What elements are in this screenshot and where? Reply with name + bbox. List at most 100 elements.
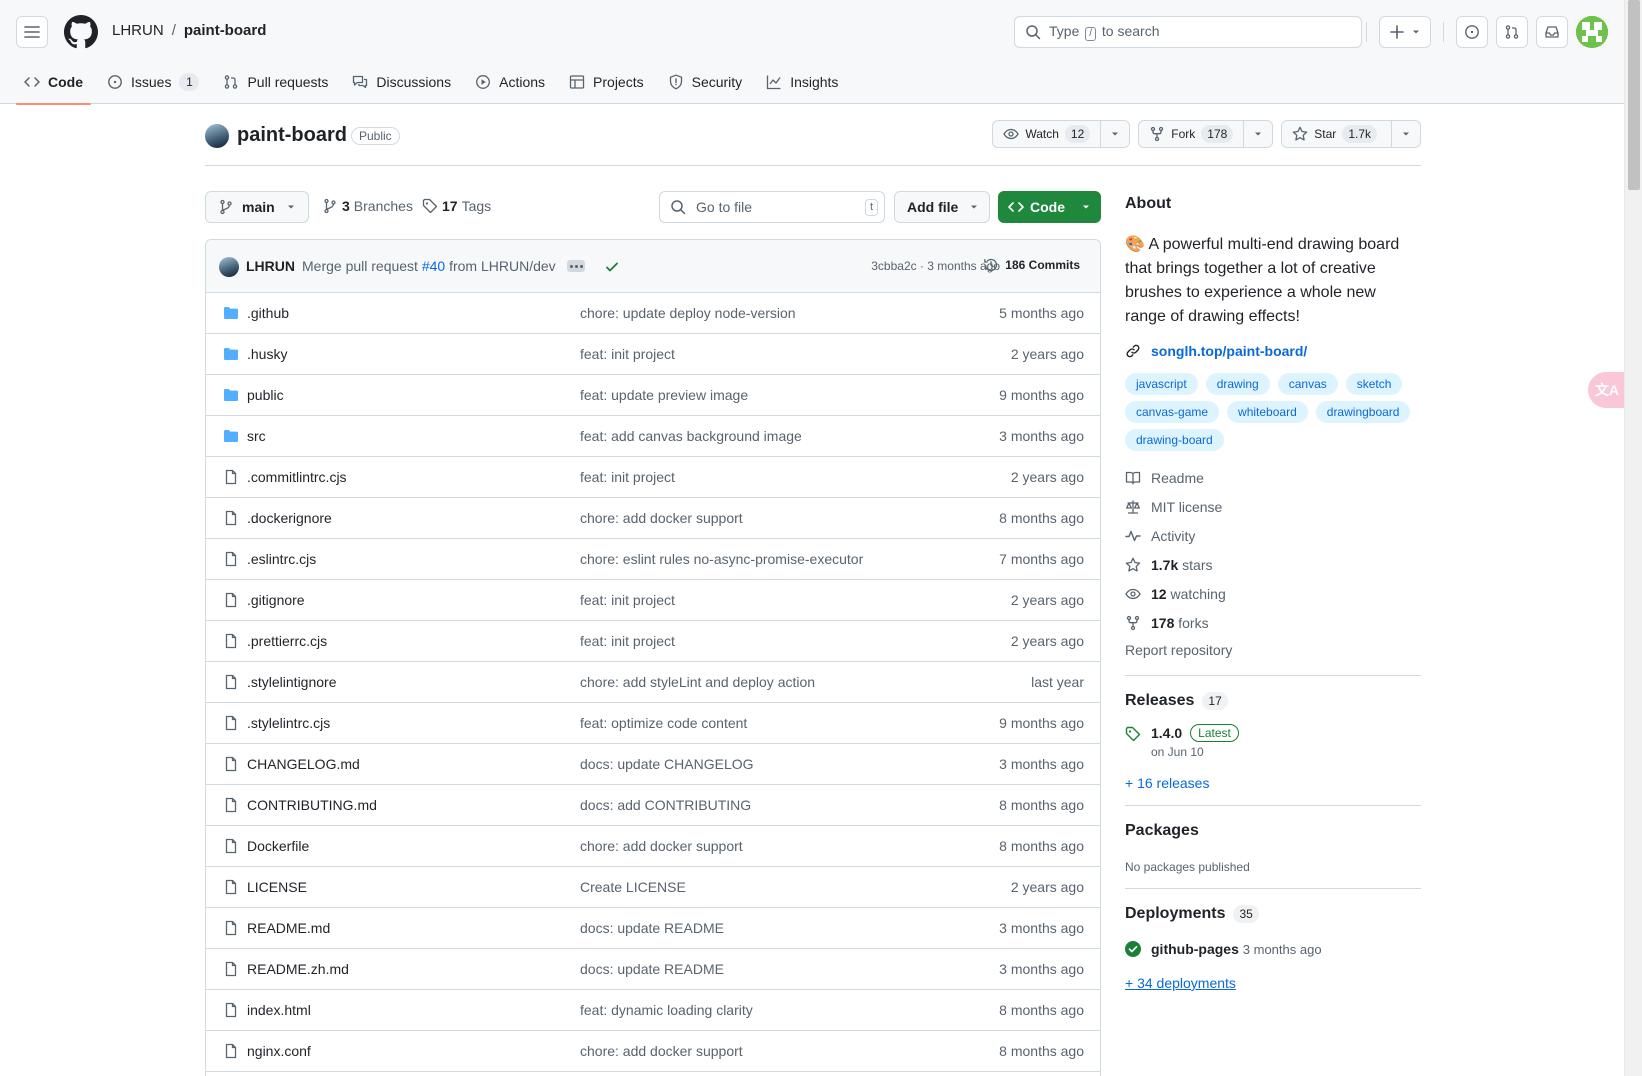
- fork-button[interactable]: Fork 178: [1139, 121, 1245, 147]
- fork-dropdown[interactable]: [1244, 121, 1272, 147]
- file-name-link[interactable]: README.md: [247, 920, 330, 936]
- report-repository-link[interactable]: Report repository: [1125, 639, 1421, 661]
- check-icon[interactable]: [604, 259, 620, 275]
- branches-link[interactable]: 3 Branches: [322, 198, 413, 214]
- file-commit-message[interactable]: feat: init project: [580, 592, 675, 608]
- tab-projects[interactable]: Projects: [561, 60, 652, 104]
- watch-button[interactable]: Watch 12: [993, 121, 1102, 147]
- repo-name[interactable]: paint-board: [237, 124, 347, 147]
- repo-owner-avatar[interactable]: [205, 124, 229, 148]
- tab-actions[interactable]: Actions: [467, 60, 553, 104]
- latest-release[interactable]: 1.4.0 Latest on Jun 10: [1125, 724, 1421, 759]
- releases-heading[interactable]: Releases 17: [1125, 692, 1421, 710]
- topic-tag[interactable]: javascript: [1125, 373, 1198, 395]
- more-deployments-link[interactable]: + 34 deployments: [1125, 975, 1421, 991]
- user-avatar[interactable]: [1576, 16, 1608, 48]
- breadcrumb-repo[interactable]: paint-board: [184, 22, 267, 39]
- menu-button[interactable]: [16, 16, 48, 48]
- file-name-link[interactable]: .dockerignore: [247, 510, 332, 526]
- inbox-button[interactable]: [1536, 16, 1568, 48]
- tab-code[interactable]: Code: [16, 60, 91, 105]
- commits-history-link[interactable]: 186 Commits: [983, 257, 1080, 273]
- file-commit-message[interactable]: feat: init project: [580, 633, 675, 649]
- readme-link[interactable]: Readme: [1125, 463, 1421, 492]
- file-name-link[interactable]: .stylelintignore: [247, 674, 337, 690]
- file-commit-message[interactable]: docs: add CONTRIBUTING: [580, 797, 751, 813]
- homepage-link[interactable]: songlh.top/paint-board/: [1125, 343, 1421, 359]
- file-name-link[interactable]: .commitlintrc.cjs: [247, 469, 347, 485]
- activity-link[interactable]: Activity: [1125, 521, 1421, 550]
- search-input[interactable]: Type / to search: [1014, 16, 1362, 48]
- commit-message[interactable]: Merge pull request #40 from LHRUN/dev: [302, 258, 556, 274]
- scrollbar-thumb[interactable]: [1628, 0, 1640, 190]
- star-dropdown[interactable]: [1392, 121, 1420, 147]
- tab-insights[interactable]: Insights: [758, 60, 846, 104]
- github-logo-icon[interactable]: [64, 15, 98, 49]
- add-file-button[interactable]: Add file: [894, 191, 990, 223]
- more-releases-link[interactable]: + 16 releases: [1125, 775, 1421, 791]
- page-scrollbar[interactable]: [1624, 0, 1642, 1076]
- deployments-heading[interactable]: Deployments 35: [1125, 905, 1421, 923]
- file-commit-message[interactable]: feat: optimize code content: [580, 715, 747, 731]
- file-commit-message[interactable]: docs: update README: [580, 961, 724, 977]
- license-link[interactable]: MIT license: [1125, 492, 1421, 521]
- go-to-file-input[interactable]: Go to file t: [659, 191, 885, 223]
- file-name-link[interactable]: LICENSE: [247, 879, 307, 895]
- file-commit-message[interactable]: feat: dynamic loading clarity: [580, 1002, 753, 1018]
- tab-security[interactable]: Security: [660, 60, 751, 104]
- watch-dropdown[interactable]: [1101, 121, 1129, 147]
- file-commit-message[interactable]: feat: init project: [580, 469, 675, 485]
- star-button[interactable]: Star 1.7k: [1282, 121, 1392, 147]
- file-name-link[interactable]: CHANGELOG.md: [247, 756, 360, 772]
- file-name-link[interactable]: .stylelintrc.cjs: [247, 715, 330, 731]
- file-name-link[interactable]: public: [247, 387, 284, 403]
- file-name-link[interactable]: .github: [247, 305, 289, 321]
- file-commit-message[interactable]: chore: add docker support: [580, 510, 743, 526]
- issues-button[interactable]: [1456, 16, 1488, 48]
- file-commit-message[interactable]: chore: add docker support: [580, 838, 743, 854]
- file-commit-message[interactable]: chore: update deploy node-version: [580, 305, 796, 321]
- tags-link[interactable]: 17 Tags: [422, 198, 491, 214]
- file-name-link[interactable]: nginx.conf: [247, 1043, 311, 1059]
- packages-heading[interactable]: Packages: [1125, 822, 1421, 840]
- create-new-button[interactable]: [1379, 16, 1431, 48]
- code-button[interactable]: Code: [998, 191, 1101, 223]
- topic-tag[interactable]: drawingboard: [1315, 401, 1411, 423]
- watchers-link[interactable]: 12 watching: [1125, 579, 1421, 608]
- commit-author[interactable]: LHRUN: [246, 258, 295, 274]
- pull-requests-button[interactable]: [1496, 16, 1528, 48]
- file-name-link[interactable]: .gitignore: [247, 592, 305, 608]
- file-commit-message[interactable]: docs: update CHANGELOG: [580, 756, 754, 772]
- forks-link[interactable]: 178 forks: [1125, 608, 1421, 637]
- translate-icon[interactable]: 文A: [1588, 372, 1626, 408]
- tab-discussions[interactable]: Discussions: [344, 60, 459, 104]
- topic-tag[interactable]: canvas-game: [1125, 401, 1220, 423]
- file-commit-message[interactable]: feat: init project: [580, 346, 675, 362]
- branch-selector[interactable]: main: [205, 191, 309, 223]
- topic-tag[interactable]: whiteboard: [1227, 401, 1308, 423]
- file-name-link[interactable]: CONTRIBUTING.md: [247, 797, 377, 813]
- file-commit-message[interactable]: docs: update README: [580, 920, 724, 936]
- file-name-link[interactable]: .husky: [247, 346, 287, 362]
- tab-pull-requests[interactable]: Pull requests: [215, 60, 336, 104]
- file-commit-message[interactable]: chore: add docker support: [580, 1043, 743, 1059]
- file-commit-message[interactable]: Create LICENSE: [580, 879, 686, 895]
- file-commit-message[interactable]: chore: add styleLint and deploy action: [580, 674, 815, 690]
- topic-tag[interactable]: canvas: [1277, 373, 1338, 395]
- file-name-link[interactable]: index.html: [247, 1002, 311, 1018]
- stars-link[interactable]: 1.7k stars: [1125, 550, 1421, 579]
- commit-pr-link[interactable]: #40: [422, 258, 445, 274]
- topic-tag[interactable]: sketch: [1345, 373, 1403, 395]
- file-commit-message[interactable]: feat: add canvas background image: [580, 428, 802, 444]
- expand-commit-button[interactable]: [567, 260, 585, 272]
- file-commit-message[interactable]: feat: update preview image: [580, 387, 748, 403]
- deployment-item[interactable]: github-pages 3 months ago: [1125, 941, 1421, 957]
- topic-tag[interactable]: drawing: [1205, 373, 1270, 395]
- commit-author-avatar[interactable]: [219, 257, 239, 277]
- file-name-link[interactable]: .prettierrc.cjs: [247, 633, 327, 649]
- file-name-link[interactable]: Dockerfile: [247, 838, 309, 854]
- file-name-link[interactable]: src: [247, 428, 266, 444]
- tab-issues[interactable]: Issues 1: [99, 60, 207, 104]
- file-name-link[interactable]: .eslintrc.cjs: [247, 551, 316, 567]
- file-commit-message[interactable]: chore: eslint rules no-async-promise-exe…: [580, 551, 863, 567]
